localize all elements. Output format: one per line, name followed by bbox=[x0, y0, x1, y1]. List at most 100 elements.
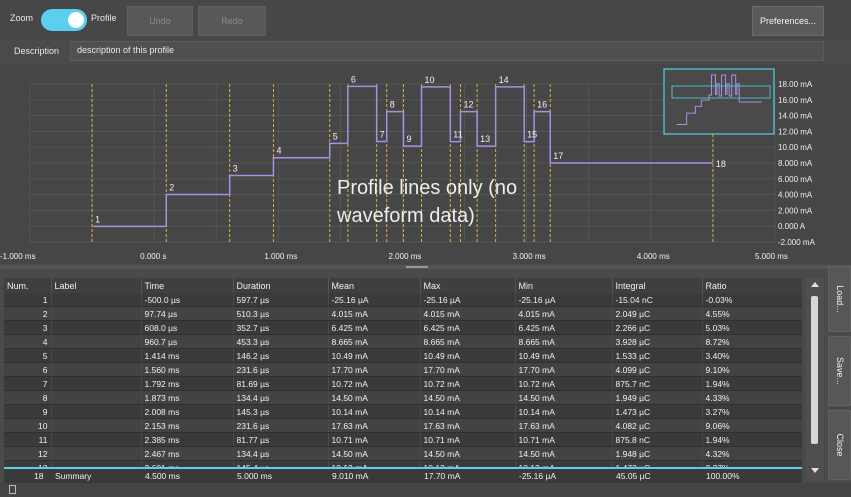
table-cell: 6.425 mA bbox=[328, 320, 421, 335]
table-cell: 10.14 mA bbox=[328, 404, 421, 419]
x-tick-label: 1.000 ms bbox=[264, 252, 297, 261]
table-row[interactable]: 10 2.153 ms 231.6 µs 17.63 mA 17.63 mA 17.63 … bbox=[4, 418, 802, 433]
table-row[interactable]: 9 2.008 ms 145.3 µs 10.14 mA 10.14 mA 10.14 m… bbox=[4, 404, 802, 419]
table-cell: 10.72 mA bbox=[515, 376, 613, 391]
load-button[interactable]: Load... bbox=[828, 266, 851, 332]
table-cell: 81.77 µs bbox=[233, 432, 329, 447]
column-header[interactable]: Min bbox=[515, 278, 613, 293]
y-tick-label: 2.000 mA bbox=[778, 206, 813, 215]
redo-button[interactable]: Redo bbox=[198, 6, 266, 36]
table-row[interactable]: 11 2.385 ms 81.77 µs 10.71 mA 10.71 mA 10.71 … bbox=[4, 432, 802, 447]
table-cell: 8.665 mA bbox=[515, 334, 613, 349]
table-cell: 10.14 mA bbox=[420, 404, 516, 419]
undo-button[interactable]: Undo bbox=[127, 6, 193, 36]
scrollbar-thumb[interactable] bbox=[811, 296, 818, 444]
table-cell: 875.8 nC bbox=[612, 432, 703, 447]
column-header[interactable]: Max bbox=[420, 278, 516, 293]
table-cell: -15.04 nC bbox=[612, 293, 703, 307]
splitter-grip[interactable] bbox=[406, 266, 428, 268]
y-tick-label: 6.000 mA bbox=[778, 175, 813, 184]
table-row[interactable]: 8 1.873 ms 134.4 µs 14.50 mA 14.50 mA 14.50 m… bbox=[4, 390, 802, 405]
description-input[interactable]: description of this profile bbox=[70, 41, 824, 61]
scroll-down-arrow[interactable] bbox=[811, 468, 819, 473]
table-cell bbox=[51, 418, 142, 433]
chart-svg: 123456789101112131415161718 18.00 mA16.0… bbox=[0, 68, 816, 261]
table-cell: 14.50 mA bbox=[328, 446, 421, 461]
profile-chart[interactable]: 1 2 3 4 5 6 7 8 9 10 11 12 13 14 15 16 17 18 18.00 mA 16.0… bbox=[0, 64, 851, 264]
segment-label-7: 7 bbox=[380, 130, 385, 140]
table-cell: 10.49 mA bbox=[515, 348, 613, 363]
table-row[interactable]: 4 960.7 µs 453.3 µs 8.665 mA 8.665 mA 8.665 m… bbox=[4, 334, 802, 349]
table-cell bbox=[51, 432, 142, 447]
summary-row[interactable]: 18 Summary 4.500 ms 5.000 ms 9.010 mA 17.70 m… bbox=[4, 467, 802, 483]
table-cell: 3.40% bbox=[702, 348, 802, 363]
segment-label-5: 5 bbox=[333, 131, 338, 141]
table-cell: 3 bbox=[4, 320, 52, 335]
table-cell: 17.70 mA bbox=[328, 362, 421, 377]
table-cell: -25.16 µA bbox=[515, 293, 613, 307]
x-tick-label: -1.000 ms bbox=[0, 252, 36, 261]
column-header[interactable]: Num. bbox=[4, 278, 52, 293]
segment-label-4: 4 bbox=[276, 146, 281, 156]
table-cell: 17.70 mA bbox=[515, 362, 613, 377]
table-cell: 6 bbox=[4, 362, 52, 377]
segment-label-15: 15 bbox=[527, 130, 537, 140]
segment-label-10: 10 bbox=[424, 75, 434, 85]
table-cell bbox=[51, 334, 142, 349]
segment-labels: 123456789101112131415161718 bbox=[95, 74, 726, 224]
summary-cell: Summary bbox=[55, 471, 92, 481]
column-header[interactable]: Duration bbox=[233, 278, 329, 293]
summary-cell: 45.05 µC bbox=[616, 471, 651, 481]
table-row[interactable]: 3 608.0 µs 352.7 µs 6.425 mA 6.425 mA 6.425 m… bbox=[4, 320, 802, 335]
table-cell: 453.3 µs bbox=[233, 334, 329, 349]
segment-label-2: 2 bbox=[169, 182, 174, 192]
column-header[interactable]: Ratio bbox=[702, 278, 802, 293]
y-tick-label: -2.000 mA bbox=[778, 238, 816, 247]
segment-table[interactable]: Num. Label Time Duration Mean Max Min Integral R… bbox=[4, 278, 802, 474]
table-cell: 10.71 mA bbox=[515, 432, 613, 447]
table-row[interactable]: 12 2.467 ms 134.4 µs 14.50 mA 14.50 mA 14.50 … bbox=[4, 446, 802, 461]
table-cell: 134.4 µs bbox=[233, 390, 329, 405]
table-cell: 11 bbox=[4, 432, 52, 447]
table-cell: 7 bbox=[4, 376, 52, 391]
table-cell: -500.0 µs bbox=[141, 293, 234, 307]
y-tick-label: 12.00 mA bbox=[778, 127, 813, 136]
table-cell: 14.50 mA bbox=[328, 390, 421, 405]
column-header[interactable]: Time bbox=[141, 278, 234, 293]
table-cell: 6.425 mA bbox=[420, 320, 516, 335]
column-header[interactable]: Mean bbox=[328, 278, 421, 293]
column-header[interactable]: Label bbox=[51, 278, 142, 293]
save-button[interactable]: Save... bbox=[828, 336, 851, 406]
column-header[interactable]: Integral bbox=[612, 278, 703, 293]
table-cell: 12 bbox=[4, 446, 52, 461]
table-cell: 10.49 mA bbox=[328, 348, 421, 363]
table-row[interactable]: 5 1.414 ms 146.2 µs 10.49 mA 10.49 mA 10.49 m… bbox=[4, 348, 802, 363]
table-cell: 10.49 mA bbox=[420, 348, 516, 363]
table-cell: 14.50 mA bbox=[515, 446, 613, 461]
segment-label-13: 13 bbox=[480, 134, 490, 144]
table-row[interactable]: 2 97.74 µs 510.3 µs 4.015 mA 4.015 mA 4.015 m… bbox=[4, 306, 802, 321]
preferences-button[interactable]: Preferences... bbox=[752, 6, 824, 36]
table-cell bbox=[51, 348, 142, 363]
table-cell bbox=[51, 376, 142, 391]
y-tick-label: 16.00 mA bbox=[778, 96, 813, 105]
table-cell: 4.015 mA bbox=[420, 306, 516, 321]
table-cell: 17.63 mA bbox=[328, 418, 421, 433]
table-cell: 146.2 µs bbox=[233, 348, 329, 363]
close-button[interactable]: Close bbox=[828, 410, 851, 480]
segment-label-3: 3 bbox=[233, 163, 238, 173]
zoom-profile-toggle[interactable] bbox=[41, 9, 87, 31]
segment-label-8: 8 bbox=[390, 100, 395, 110]
scroll-up-arrow[interactable] bbox=[811, 282, 819, 287]
x-tick-label: 3.000 ms bbox=[513, 252, 546, 261]
segment-label-18: 18 bbox=[716, 159, 726, 169]
summary-cell: 5.000 ms bbox=[237, 471, 272, 481]
y-tick-label: 10.00 mA bbox=[778, 143, 813, 152]
table-row[interactable]: 7 1.792 ms 81.69 µs 10.72 mA 10.72 mA 10.72 m… bbox=[4, 376, 802, 391]
table-cell: 1.473 µC bbox=[612, 404, 703, 419]
table-row[interactable]: 1 -500.0 µs 597.7 µs -25.16 µA -25.16 µA -25.… bbox=[4, 293, 802, 307]
load-button-label: Load... bbox=[834, 285, 845, 313]
table-cell: 10.72 mA bbox=[420, 376, 516, 391]
table-row[interactable]: 6 1.560 ms 231.6 µs 17.70 mA 17.70 mA 17.70 m… bbox=[4, 362, 802, 377]
table-scrollbar[interactable] bbox=[806, 278, 824, 481]
